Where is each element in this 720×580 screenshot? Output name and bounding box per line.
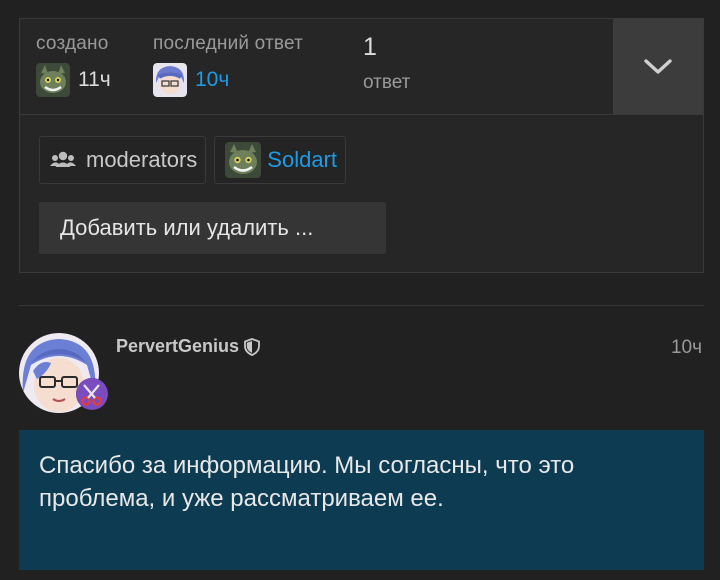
anime-avatar-icon[interactable] (153, 63, 187, 97)
shield-icon (244, 337, 260, 356)
post-date[interactable]: 10ч (671, 337, 702, 359)
reply-count-label: ответ (363, 72, 411, 93)
flair-scissors-icon (76, 378, 108, 410)
replies-stat: 1 ответ (363, 33, 410, 94)
cat-avatar-icon (225, 142, 262, 178)
post-divider (19, 305, 704, 306)
group-chip-label: moderators (86, 147, 198, 172)
last-reply-time[interactable]: 10ч (195, 68, 229, 92)
post-author[interactable]: PervertGenius (116, 336, 260, 357)
post-username: PervertGenius (116, 336, 240, 356)
group-chip-moderators[interactable]: moderators (39, 136, 207, 184)
topic-map: создано 11ч последний ответ 10ч 1 ответ … (19, 18, 704, 273)
created-stat: создано 11ч (36, 33, 111, 97)
users-icon (50, 151, 76, 167)
cat-avatar-icon[interactable] (36, 63, 70, 97)
last-reply-label: последний ответ (153, 33, 304, 54)
participants: moderators Soldart (39, 136, 346, 184)
add-remove-participants-button[interactable]: Добавить или удалить ... (39, 202, 386, 254)
chevron-down-icon (644, 58, 672, 74)
expand-topic-map-button[interactable] (613, 19, 703, 114)
created-label: создано (36, 33, 109, 54)
last-reply-stat: последний ответ 10ч (153, 33, 303, 97)
user-chip-soldart[interactable]: Soldart (214, 136, 346, 184)
user-chip-label: Soldart (267, 147, 337, 172)
created-time[interactable]: 11ч (78, 68, 111, 92)
post-body: Спасибо за информацию. Мы согласны, что … (19, 430, 704, 570)
topic-map-stats: создано 11ч последний ответ 10ч 1 ответ (20, 19, 703, 115)
reply-count: 1 (363, 33, 377, 61)
